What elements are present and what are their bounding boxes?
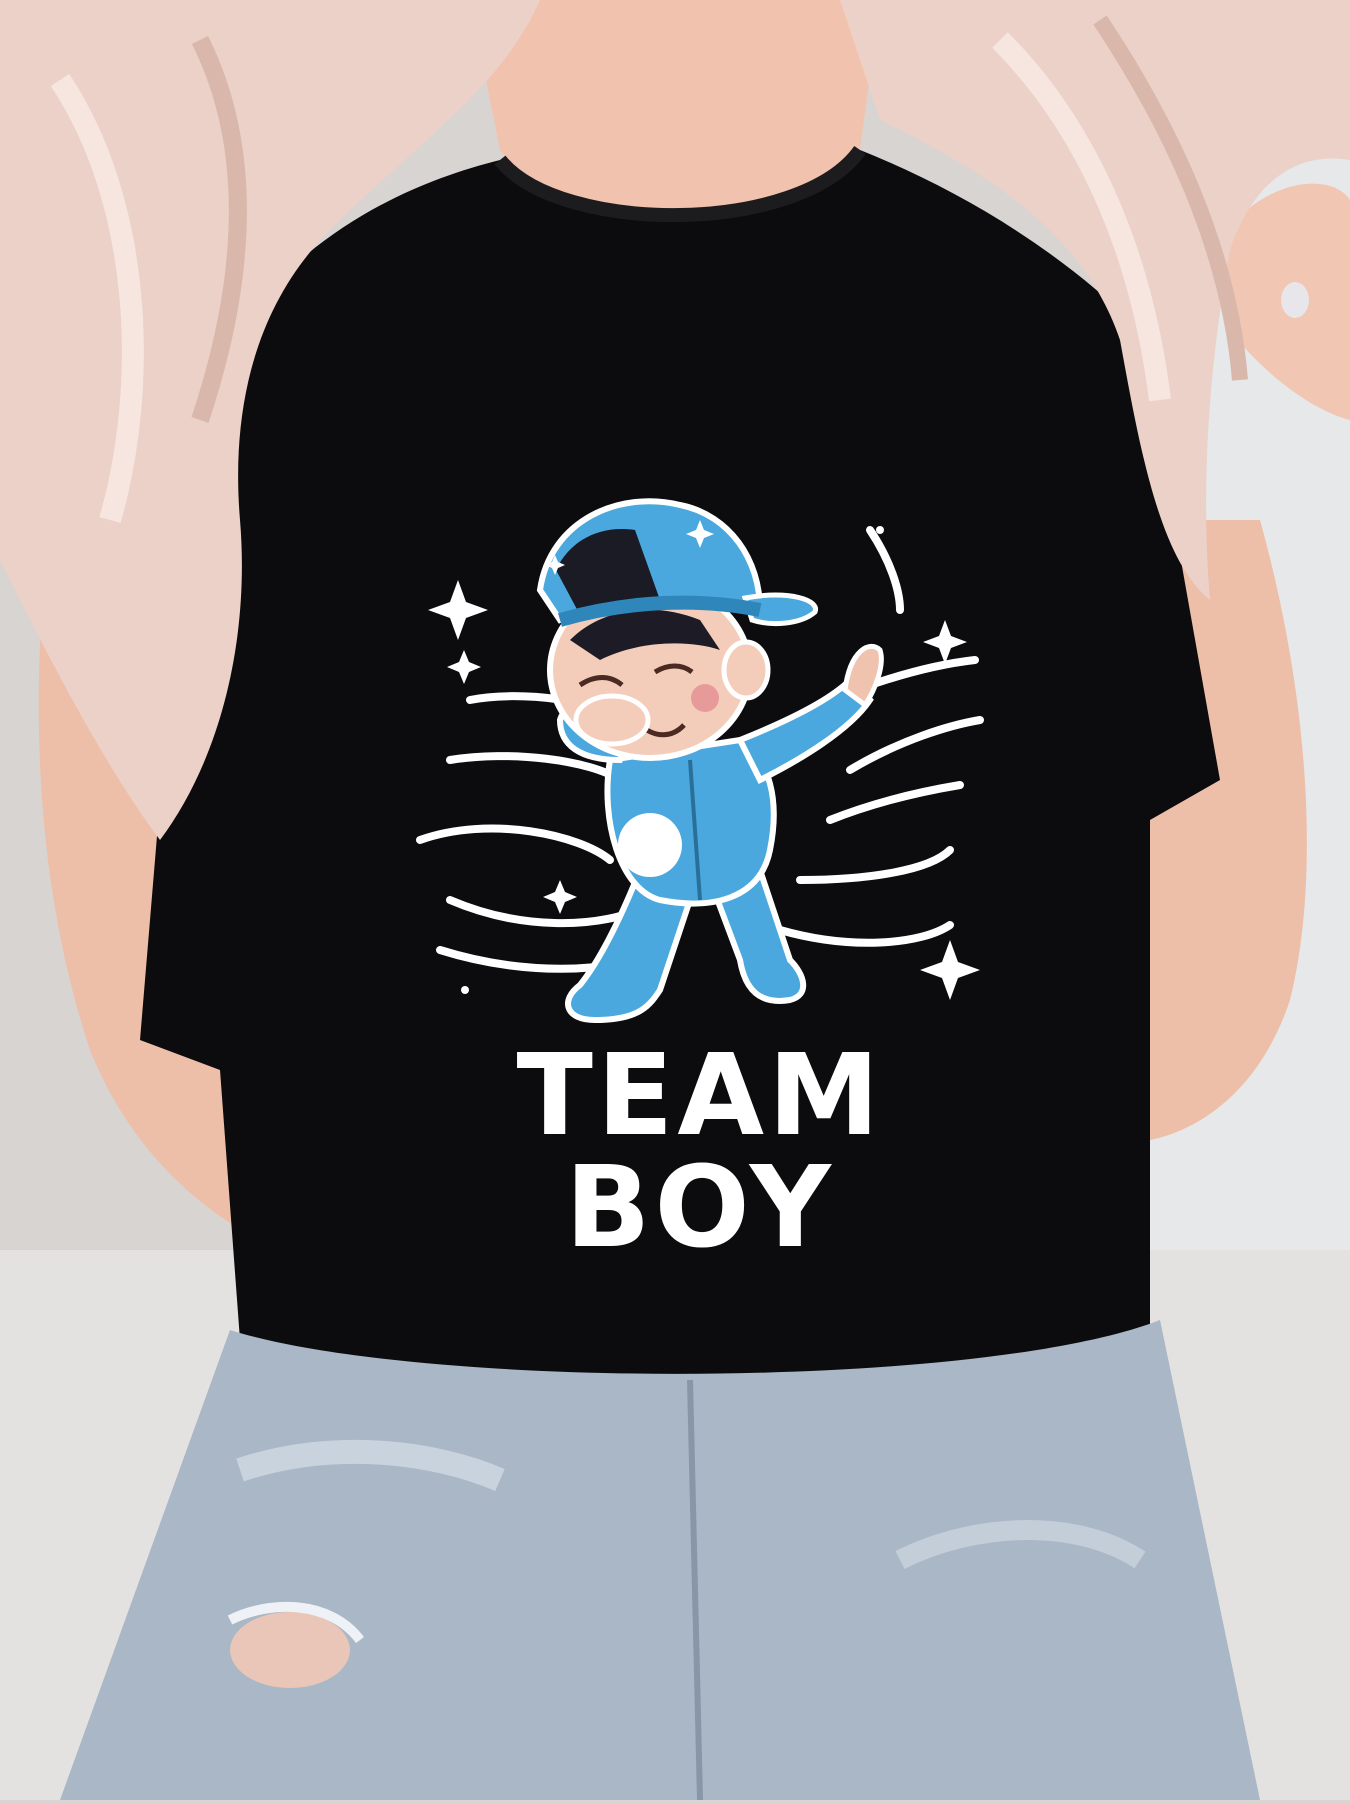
ring [1281,282,1309,318]
photo-scene [0,0,1350,1801]
shirt-print-caption: TEAM BOY [516,1031,884,1273]
jeans [60,1320,1260,1801]
